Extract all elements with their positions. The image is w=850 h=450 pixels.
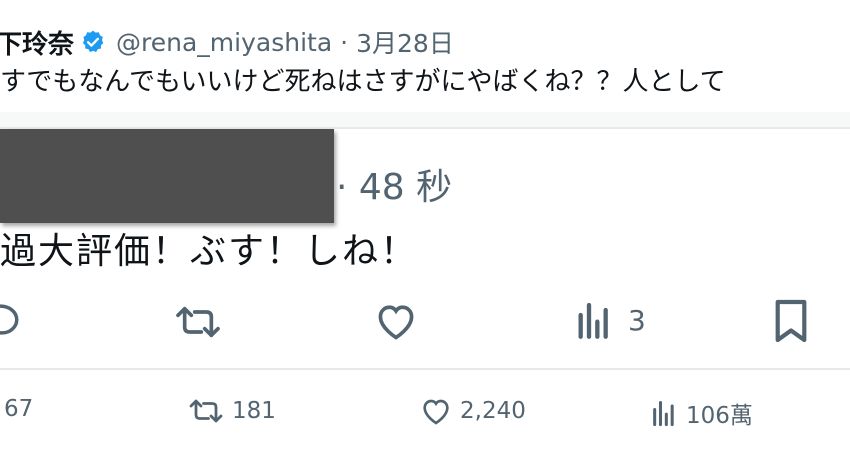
divider (0, 368, 850, 370)
reply-time[interactable]: · 48 秒 (336, 158, 452, 210)
reply-count: 67 (4, 396, 34, 422)
tweet-date[interactable]: 3月28日 (356, 24, 454, 60)
retweet-icon (176, 306, 220, 338)
main-retweet-stat[interactable]: 181 (188, 396, 276, 426)
like-count: 2,240 (460, 398, 526, 424)
views-count: 106萬 (686, 403, 753, 429)
main-reply-stat[interactable]: 67 (4, 396, 33, 422)
separator-dot: · (340, 27, 349, 57)
reply-button[interactable] (0, 300, 22, 342)
bookmark-button[interactable] (772, 298, 810, 344)
section-gap (0, 112, 850, 128)
redaction-box (0, 129, 334, 223)
retweet-button[interactable] (174, 302, 222, 342)
main-like-stat[interactable]: 2,240 (420, 396, 526, 426)
analytics-icon (578, 302, 608, 339)
reply-icon (0, 304, 19, 335)
reply-views-count: 3 (628, 303, 646, 337)
bookmark-icon (775, 299, 807, 343)
tweet-text: すでもなんでもいいけど死ねはさすがにやばくね？？人として (0, 67, 726, 97)
display-name[interactable]: 下玲奈 (0, 24, 74, 61)
like-button[interactable] (374, 300, 418, 342)
views-button[interactable]: 3 (574, 300, 646, 340)
heart-icon (423, 399, 449, 425)
main-views-stat[interactable]: 106萬 (650, 396, 753, 430)
tweet-header: 下玲奈 @rena_miyashita · 3月28日 (0, 22, 454, 62)
tweet-screenshot: 下玲奈 @rena_miyashita · 3月28日 すでもなんでもいいけど死… (0, 0, 850, 450)
verified-badge-icon (80, 29, 106, 55)
retweet-icon (189, 399, 223, 423)
reply-text: 過大評価！ぶす！しね！ (0, 231, 419, 272)
user-handle[interactable]: @rena_miyashita (116, 28, 332, 57)
analytics-icon (653, 400, 674, 427)
retweet-count: 181 (232, 398, 276, 424)
heart-icon (378, 305, 414, 340)
